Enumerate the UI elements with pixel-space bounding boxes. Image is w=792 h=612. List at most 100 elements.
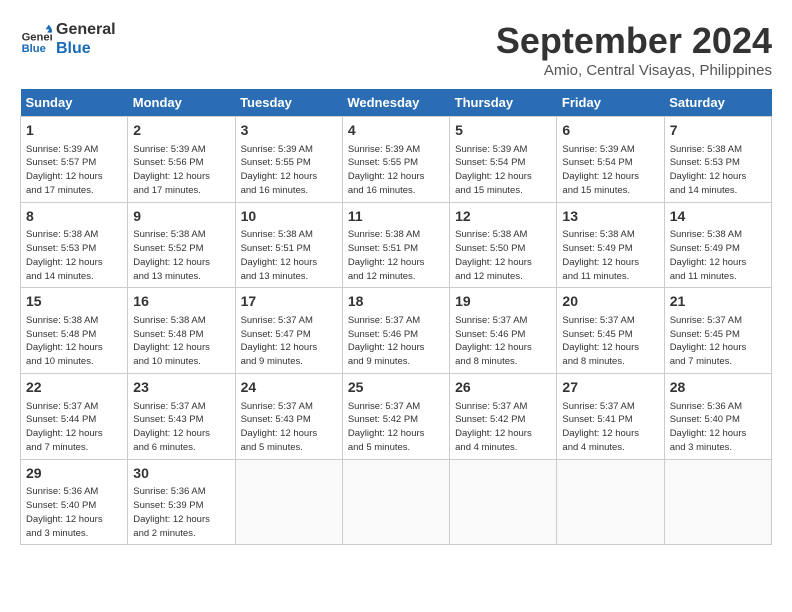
calendar-cell: 23Sunrise: 5:37 AM Sunset: 5:43 PM Dayli… (128, 373, 235, 459)
day-number: 27 (562, 378, 658, 398)
day-info: Sunrise: 5:37 AM Sunset: 5:46 PM Dayligh… (348, 314, 444, 369)
calendar-cell: 18Sunrise: 5:37 AM Sunset: 5:46 PM Dayli… (342, 288, 449, 374)
day-info: Sunrise: 5:38 AM Sunset: 5:53 PM Dayligh… (670, 143, 766, 198)
calendar-cell: 7Sunrise: 5:38 AM Sunset: 5:53 PM Daylig… (664, 117, 771, 203)
col-header-tuesday: Tuesday (235, 89, 342, 117)
logo: General Blue General Blue (20, 20, 116, 58)
day-number: 21 (670, 292, 766, 312)
calendar-cell: 3Sunrise: 5:39 AM Sunset: 5:55 PM Daylig… (235, 117, 342, 203)
day-info: Sunrise: 5:38 AM Sunset: 5:52 PM Dayligh… (133, 228, 229, 283)
calendar-cell: 28Sunrise: 5:36 AM Sunset: 5:40 PM Dayli… (664, 373, 771, 459)
week-row-5: 29Sunrise: 5:36 AM Sunset: 5:40 PM Dayli… (21, 459, 772, 545)
location: Amio, Central Visayas, Philippines (496, 62, 772, 79)
calendar-cell: 5Sunrise: 5:39 AM Sunset: 5:54 PM Daylig… (450, 117, 557, 203)
header: General Blue General Blue September 2024… (20, 20, 772, 79)
day-info: Sunrise: 5:37 AM Sunset: 5:45 PM Dayligh… (670, 314, 766, 369)
month-year: September 2024 (496, 20, 772, 62)
logo-general: General (56, 20, 116, 39)
calendar-table: SundayMondayTuesdayWednesdayThursdayFrid… (20, 89, 772, 545)
calendar-cell: 12Sunrise: 5:38 AM Sunset: 5:50 PM Dayli… (450, 202, 557, 288)
calendar-cell: 26Sunrise: 5:37 AM Sunset: 5:42 PM Dayli… (450, 373, 557, 459)
logo-icon: General Blue (20, 23, 52, 55)
col-header-wednesday: Wednesday (342, 89, 449, 117)
calendar-cell: 30Sunrise: 5:36 AM Sunset: 5:39 PM Dayli… (128, 459, 235, 545)
calendar-cell: 4Sunrise: 5:39 AM Sunset: 5:55 PM Daylig… (342, 117, 449, 203)
calendar-cell: 2Sunrise: 5:39 AM Sunset: 5:56 PM Daylig… (128, 117, 235, 203)
day-info: Sunrise: 5:38 AM Sunset: 5:49 PM Dayligh… (562, 228, 658, 283)
day-number: 22 (26, 378, 122, 398)
day-info: Sunrise: 5:36 AM Sunset: 5:40 PM Dayligh… (670, 400, 766, 455)
calendar-cell: 8Sunrise: 5:38 AM Sunset: 5:53 PM Daylig… (21, 202, 128, 288)
day-info: Sunrise: 5:37 AM Sunset: 5:42 PM Dayligh… (455, 400, 551, 455)
day-number: 17 (241, 292, 337, 312)
calendar-cell (235, 459, 342, 545)
calendar-cell: 16Sunrise: 5:38 AM Sunset: 5:48 PM Dayli… (128, 288, 235, 374)
col-header-saturday: Saturday (664, 89, 771, 117)
day-number: 13 (562, 207, 658, 227)
day-info: Sunrise: 5:39 AM Sunset: 5:55 PM Dayligh… (241, 143, 337, 198)
col-header-friday: Friday (557, 89, 664, 117)
day-info: Sunrise: 5:37 AM Sunset: 5:43 PM Dayligh… (241, 400, 337, 455)
day-number: 26 (455, 378, 551, 398)
day-number: 28 (670, 378, 766, 398)
col-header-thursday: Thursday (450, 89, 557, 117)
week-row-4: 22Sunrise: 5:37 AM Sunset: 5:44 PM Dayli… (21, 373, 772, 459)
day-info: Sunrise: 5:37 AM Sunset: 5:42 PM Dayligh… (348, 400, 444, 455)
day-info: Sunrise: 5:39 AM Sunset: 5:54 PM Dayligh… (455, 143, 551, 198)
day-number: 24 (241, 378, 337, 398)
day-info: Sunrise: 5:37 AM Sunset: 5:44 PM Dayligh… (26, 400, 122, 455)
day-number: 5 (455, 121, 551, 141)
day-info: Sunrise: 5:39 AM Sunset: 5:54 PM Dayligh… (562, 143, 658, 198)
calendar-cell (450, 459, 557, 545)
calendar-cell: 6Sunrise: 5:39 AM Sunset: 5:54 PM Daylig… (557, 117, 664, 203)
day-number: 19 (455, 292, 551, 312)
col-header-monday: Monday (128, 89, 235, 117)
day-number: 2 (133, 121, 229, 141)
calendar-cell: 24Sunrise: 5:37 AM Sunset: 5:43 PM Dayli… (235, 373, 342, 459)
calendar-cell: 17Sunrise: 5:37 AM Sunset: 5:47 PM Dayli… (235, 288, 342, 374)
week-row-3: 15Sunrise: 5:38 AM Sunset: 5:48 PM Dayli… (21, 288, 772, 374)
day-number: 18 (348, 292, 444, 312)
day-info: Sunrise: 5:37 AM Sunset: 5:47 PM Dayligh… (241, 314, 337, 369)
calendar-cell: 27Sunrise: 5:37 AM Sunset: 5:41 PM Dayli… (557, 373, 664, 459)
calendar-cell: 14Sunrise: 5:38 AM Sunset: 5:49 PM Dayli… (664, 202, 771, 288)
day-number: 11 (348, 207, 444, 227)
svg-text:General: General (22, 32, 52, 44)
day-info: Sunrise: 5:37 AM Sunset: 5:41 PM Dayligh… (562, 400, 658, 455)
day-number: 25 (348, 378, 444, 398)
day-number: 14 (670, 207, 766, 227)
title-area: September 2024 Amio, Central Visayas, Ph… (496, 20, 772, 79)
logo-blue: Blue (56, 39, 116, 58)
day-number: 3 (241, 121, 337, 141)
day-info: Sunrise: 5:39 AM Sunset: 5:56 PM Dayligh… (133, 143, 229, 198)
day-info: Sunrise: 5:38 AM Sunset: 5:49 PM Dayligh… (670, 228, 766, 283)
day-info: Sunrise: 5:38 AM Sunset: 5:50 PM Dayligh… (455, 228, 551, 283)
calendar-cell: 19Sunrise: 5:37 AM Sunset: 5:46 PM Dayli… (450, 288, 557, 374)
day-number: 16 (133, 292, 229, 312)
day-number: 1 (26, 121, 122, 141)
day-info: Sunrise: 5:38 AM Sunset: 5:53 PM Dayligh… (26, 228, 122, 283)
day-number: 30 (133, 464, 229, 484)
day-info: Sunrise: 5:37 AM Sunset: 5:45 PM Dayligh… (562, 314, 658, 369)
calendar-cell: 25Sunrise: 5:37 AM Sunset: 5:42 PM Dayli… (342, 373, 449, 459)
calendar-cell: 11Sunrise: 5:38 AM Sunset: 5:51 PM Dayli… (342, 202, 449, 288)
day-number: 15 (26, 292, 122, 312)
calendar-cell: 10Sunrise: 5:38 AM Sunset: 5:51 PM Dayli… (235, 202, 342, 288)
day-info: Sunrise: 5:37 AM Sunset: 5:46 PM Dayligh… (455, 314, 551, 369)
day-info: Sunrise: 5:37 AM Sunset: 5:43 PM Dayligh… (133, 400, 229, 455)
calendar-cell (557, 459, 664, 545)
calendar-cell: 20Sunrise: 5:37 AM Sunset: 5:45 PM Dayli… (557, 288, 664, 374)
day-number: 7 (670, 121, 766, 141)
day-info: Sunrise: 5:38 AM Sunset: 5:48 PM Dayligh… (26, 314, 122, 369)
day-number: 8 (26, 207, 122, 227)
day-info: Sunrise: 5:39 AM Sunset: 5:55 PM Dayligh… (348, 143, 444, 198)
calendar-cell: 21Sunrise: 5:37 AM Sunset: 5:45 PM Dayli… (664, 288, 771, 374)
day-info: Sunrise: 5:36 AM Sunset: 5:40 PM Dayligh… (26, 485, 122, 540)
calendar-cell: 13Sunrise: 5:38 AM Sunset: 5:49 PM Dayli… (557, 202, 664, 288)
day-info: Sunrise: 5:39 AM Sunset: 5:57 PM Dayligh… (26, 143, 122, 198)
calendar-cell (664, 459, 771, 545)
svg-text:Blue: Blue (22, 43, 46, 55)
day-number: 4 (348, 121, 444, 141)
day-number: 9 (133, 207, 229, 227)
week-row-1: 1Sunrise: 5:39 AM Sunset: 5:57 PM Daylig… (21, 117, 772, 203)
